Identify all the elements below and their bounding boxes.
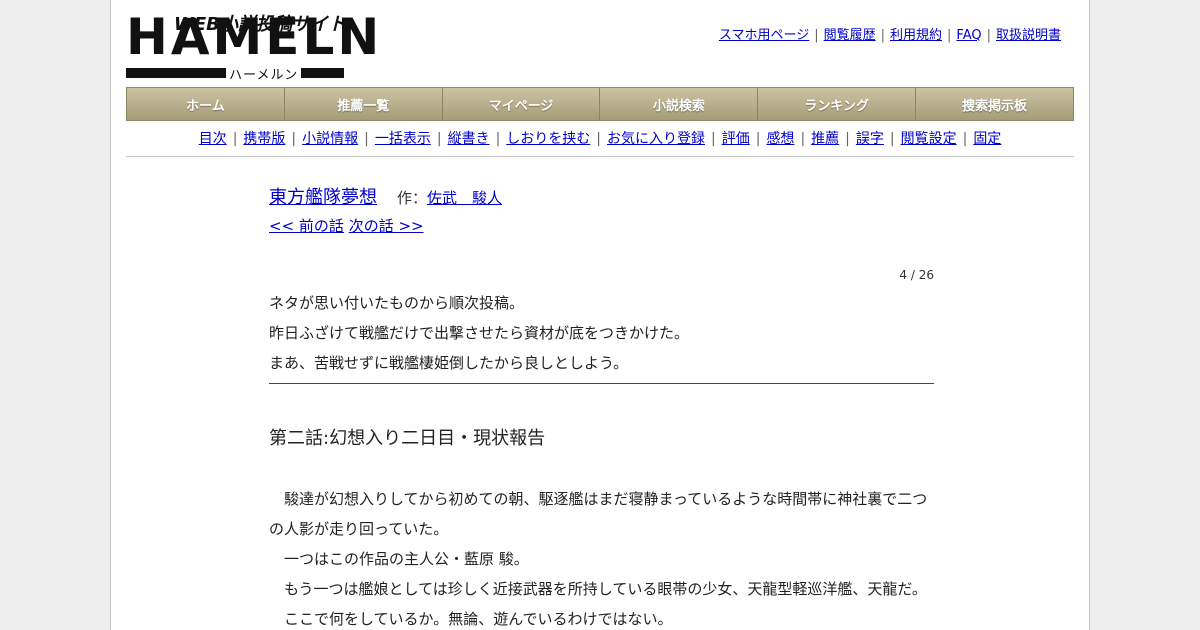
work-title-link[interactable]: 東方艦隊夢想: [269, 187, 377, 208]
nav-novel-search[interactable]: 小説検索: [600, 88, 759, 120]
manual-link[interactable]: 取扱説明書: [996, 28, 1061, 43]
logo-wordmark: HAMELN: [126, 8, 383, 66]
logo-kana: ハーメルン: [226, 64, 302, 83]
bookmark-link[interactable]: しおりを挟む: [506, 131, 590, 147]
body-paragraph: 駿達が幻想入りしてから初めての朝、駆逐艦はまだ寝静まっているような時間帯に神社裏…: [269, 490, 928, 538]
body-paragraph: もう一つは艦娘としては珍しく近接武器を所持している眼帯の少女、天龍型軽巡洋艦、天…: [269, 580, 927, 598]
separator: |: [364, 131, 369, 147]
faq-link[interactable]: FAQ: [956, 28, 981, 43]
separator: |: [962, 131, 968, 147]
recommend-link[interactable]: 推薦: [811, 131, 839, 147]
nav-home[interactable]: ホーム: [127, 88, 285, 120]
separator: |: [845, 131, 850, 147]
separator: |: [495, 131, 501, 147]
separator: |: [291, 131, 297, 147]
mobile-version-link[interactable]: 携帯版: [243, 131, 285, 147]
site-logo[interactable]: WEB小説投稿サイト HAMELN ハーメルン: [126, 10, 379, 83]
typo-report-link[interactable]: 誤字: [856, 131, 884, 147]
pin-link[interactable]: 固定: [973, 131, 1001, 147]
separator: |: [889, 131, 895, 147]
chapter-title: 第二話:幻想入り二日目・現状報告: [269, 428, 546, 449]
preface-line: まあ、苦戦せずに戦艦棲姫倒したから良しとしよう。: [269, 354, 629, 372]
body-paragraph: ここで何をしているか。無論、遊んでいるわけではない。: [269, 610, 673, 628]
nav-ranking[interactable]: ランキング: [758, 88, 917, 120]
preface-divider: [269, 383, 934, 384]
separator: |: [947, 28, 952, 43]
toc-link[interactable]: 目次: [199, 131, 227, 147]
chapter-body: 駿達が幻想入りしてから初めての朝、駆逐艦はまだ寝静まっているような時間帯に神社裏…: [269, 484, 934, 630]
nav-search-board[interactable]: 捜索掲示板: [916, 88, 1073, 120]
vertical-writing-link[interactable]: 縦書き: [448, 131, 490, 147]
separator: |: [814, 28, 819, 43]
novel-info-link[interactable]: 小説情報: [302, 131, 358, 147]
separator: |: [800, 131, 806, 147]
history-link[interactable]: 閲覧履歴: [824, 28, 876, 43]
separator: |: [755, 131, 761, 147]
separator: |: [596, 131, 601, 147]
separator: |: [880, 28, 885, 43]
chapter-pager: << 前の話 次の話 >>: [269, 215, 934, 236]
page-container: WEB小説投稿サイト HAMELN ハーメルン スマホ用ページ | 閲覧履歴 | 利用規…: [110, 0, 1090, 630]
sub-nav: 目次 | 携帯版 | 小説情報 | 一括表示 | 縦書き | しおりを挟む | お気に入り登録 | 評価 | 感…: [126, 128, 1074, 148]
main-nav: ホーム 推薦一覧 マイページ 小説検索 ランキング 捜索掲示板: [126, 87, 1074, 121]
separator: |: [986, 28, 991, 43]
rating-link[interactable]: 評価: [722, 131, 750, 147]
smartphone-page-link[interactable]: スマホ用ページ: [719, 28, 809, 43]
preface: ネタが思い付いたものから順次投稿。 昨日ふざけて戦艦だけで出撃させたら資材が底を…: [269, 288, 934, 378]
review-link[interactable]: 感想: [766, 131, 794, 147]
preface-line: ネタが思い付いたものから順次投稿。: [269, 294, 525, 312]
chapter-content: 東方艦隊夢想 作：佐武 駿人 << 前の話 次の話 >> 4 / 26 ネタが思い…: [269, 183, 934, 630]
work-header: 東方艦隊夢想 作：佐武 駿人: [269, 183, 934, 211]
favorite-link[interactable]: お気に入り登録: [607, 131, 705, 147]
next-chapter-link[interactable]: 次の話 >>: [349, 217, 424, 235]
terms-link[interactable]: 利用規約: [890, 28, 942, 43]
author-link[interactable]: 佐武 駿人: [427, 189, 502, 207]
separator: |: [232, 131, 238, 147]
preface-line: 昨日ふざけて戦艦だけで出撃させたら資材が底をつきかけた。: [269, 324, 690, 342]
separator: |: [711, 131, 716, 147]
sub-nav-divider: [126, 156, 1074, 157]
prev-chapter-link[interactable]: << 前の話: [269, 217, 344, 235]
page-count: 4 / 26: [899, 268, 934, 282]
show-all-link[interactable]: 一括表示: [375, 131, 431, 147]
separator: |: [436, 131, 442, 147]
author-label: 作：: [397, 189, 428, 207]
nav-mypage[interactable]: マイページ: [442, 88, 601, 120]
nav-recommend-list[interactable]: 推薦一覧: [284, 88, 443, 120]
body-paragraph: 一つはこの作品の主人公・藍原 駿。: [269, 550, 529, 568]
view-settings-link[interactable]: 閲覧設定: [901, 131, 957, 147]
top-links: スマホ用ページ | 閲覧履歴 | 利用規約 | FAQ | 取扱説明書: [719, 24, 1061, 43]
